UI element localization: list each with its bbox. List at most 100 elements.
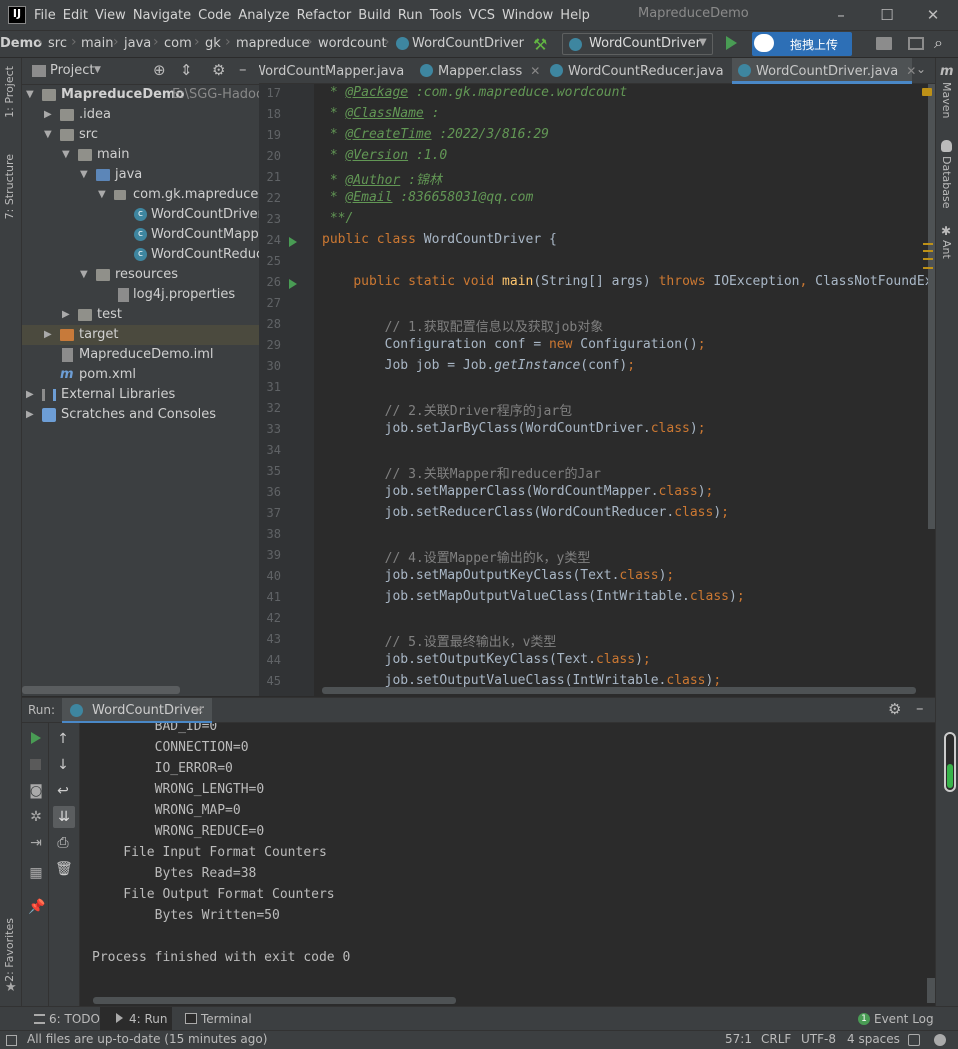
tab-wordcountreducer[interactable]: WordCountReducer.java✕ bbox=[544, 58, 742, 84]
caret-position[interactable]: 57:1 bbox=[725, 1032, 752, 1046]
arrow-down-icon[interactable]: ↓ bbox=[55, 757, 71, 773]
tree-item-iml[interactable]: MapreduceDemo.iml bbox=[22, 345, 259, 365]
menu-file[interactable]: File bbox=[34, 8, 63, 23]
tree-item-log4j[interactable]: log4j.properties bbox=[22, 285, 259, 305]
maven-tool-tab[interactable]: Maven bbox=[940, 82, 953, 118]
tab-list-icon[interactable]: ⌄ bbox=[916, 62, 926, 76]
tree-item-wordcountreducer[interactable]: c WordCountReducer bbox=[22, 245, 276, 265]
close-tab-icon[interactable]: ✕ bbox=[530, 64, 540, 78]
build-hammer-icon[interactable]: ⚒ bbox=[533, 35, 547, 54]
maximize-icon[interactable]: ☐ bbox=[876, 4, 898, 26]
tree-item-external-libraries[interactable]: ▶ External Libraries bbox=[22, 385, 259, 405]
warning-marker[interactable] bbox=[923, 267, 933, 269]
layout-icon[interactable]: ▦ bbox=[28, 865, 44, 881]
chevron-down-icon[interactable]: ▼ bbox=[26, 85, 38, 105]
horizontal-scrollbar[interactable] bbox=[22, 686, 180, 694]
console-horizontal-scrollbar[interactable] bbox=[93, 997, 456, 1004]
breadcrumb-project[interactable]: Demo bbox=[0, 36, 42, 51]
upload-button[interactable]: 拖拽上传 bbox=[752, 32, 852, 56]
database-tool-tab[interactable]: Database bbox=[940, 156, 953, 209]
tree-item-pom[interactable]: m pom.xml bbox=[22, 365, 259, 385]
menu-vcs[interactable]: VCS bbox=[469, 8, 502, 23]
chevron-down-icon[interactable]: ▼ bbox=[44, 125, 56, 145]
project-tool-tab[interactable]: 1: Project bbox=[3, 66, 16, 118]
tab-mapper-class[interactable]: Mapper.class ✕ bbox=[414, 58, 542, 84]
chevron-down-icon[interactable]: ▼ bbox=[62, 145, 74, 165]
breadcrumb-java[interactable]: java bbox=[124, 36, 151, 51]
breadcrumb-src[interactable]: src bbox=[48, 36, 67, 51]
close-tab-icon[interactable]: ✕ bbox=[194, 703, 204, 717]
ant-tool-tab[interactable]: Ant bbox=[940, 240, 953, 259]
menu-analyze[interactable]: Analyze bbox=[238, 8, 296, 23]
menu-tools[interactable]: Tools bbox=[430, 8, 469, 23]
menu-code[interactable]: Code bbox=[198, 8, 238, 23]
menu-help[interactable]: Help bbox=[560, 8, 597, 23]
run-tab-wordcountdriver[interactable]: WordCountDriver ✕ bbox=[62, 698, 212, 724]
bug-icon[interactable]: ✲ bbox=[28, 809, 44, 825]
chevron-down-icon[interactable]: ▼ bbox=[94, 65, 101, 75]
console-vertical-scrollbar[interactable] bbox=[927, 978, 935, 1003]
trash-icon[interactable]: 🗑 bbox=[55, 861, 73, 877]
chevron-right-icon[interactable]: ▶ bbox=[26, 385, 38, 405]
code-editor[interactable]: * @Package :com.gk.mapreduce.wordcount *… bbox=[314, 84, 935, 696]
tree-item-test[interactable]: ▶ test bbox=[22, 305, 259, 325]
breadcrumb-gk[interactable]: gk bbox=[205, 36, 221, 51]
scroll-to-end-toggle[interactable]: ⇊ bbox=[53, 806, 75, 828]
breadcrumb-class[interactable]: WordCountDriver bbox=[412, 36, 524, 51]
tab-wordcountdriver[interactable]: WordCountDriver.java ✕ bbox=[732, 58, 916, 84]
close-icon[interactable]: ✕ bbox=[922, 4, 944, 26]
close-tab-icon[interactable]: ✕ bbox=[906, 64, 916, 78]
tree-item-scratches[interactable]: ▶ Scratches and Consoles bbox=[22, 405, 259, 425]
indent-setting[interactable]: 4 spaces bbox=[847, 1032, 900, 1046]
tool-tab-terminal[interactable]: Terminal bbox=[201, 1007, 252, 1031]
toggle-tool-windows-icon[interactable] bbox=[6, 1035, 17, 1046]
hide-icon[interactable]: – bbox=[239, 60, 247, 78]
line-separator[interactable]: CRLF bbox=[761, 1032, 791, 1046]
gear-icon[interactable]: ⚙ bbox=[212, 61, 225, 79]
gutter-run-icon[interactable] bbox=[289, 237, 297, 247]
tree-item-project-root[interactable]: ▼ MapreduceDemo E:\SGG-Hadoop bbox=[22, 85, 272, 105]
structure-tool-tab[interactable]: 7: Structure bbox=[3, 154, 16, 219]
warning-marker[interactable] bbox=[923, 258, 933, 260]
console-output[interactable]: BAD_ID=0 CONNECTION=0 IO_ERROR=0 WRONG_L… bbox=[80, 723, 935, 1006]
tree-item-wordcountmapper[interactable]: c WordCountMapper bbox=[22, 225, 272, 245]
gutter-run-icon[interactable] bbox=[289, 279, 297, 289]
menu-build[interactable]: Build bbox=[358, 8, 398, 23]
camera-icon[interactable]: ◙ bbox=[28, 783, 44, 799]
run-icon[interactable] bbox=[726, 36, 737, 50]
inspector-icon[interactable] bbox=[934, 1034, 946, 1046]
tool-tab-event-log[interactable]: Event Log bbox=[874, 1007, 934, 1031]
project-structure-icon[interactable] bbox=[876, 37, 892, 50]
warning-marker[interactable] bbox=[923, 250, 933, 252]
chevron-right-icon[interactable]: ▶ bbox=[26, 405, 38, 425]
menu-view[interactable]: View bbox=[95, 8, 133, 23]
file-encoding[interactable]: UTF-8 bbox=[801, 1032, 836, 1046]
tab-wordcountmapper[interactable]: WordCountMapper.java✕ bbox=[259, 58, 411, 84]
tool-tab-run-active[interactable]: 4: Run bbox=[100, 1007, 172, 1031]
run-config-select[interactable]: WordCountDriver ▼ bbox=[562, 33, 713, 55]
breadcrumb-wordcount[interactable]: wordcount bbox=[318, 36, 387, 51]
tree-item-java[interactable]: ▼ java bbox=[22, 165, 259, 185]
tool-tab-todo[interactable]: 6: TODO bbox=[49, 1007, 100, 1031]
breadcrumb-com[interactable]: com bbox=[164, 36, 192, 51]
project-panel-title[interactable]: Project bbox=[50, 63, 94, 78]
menu-window[interactable]: Window bbox=[502, 8, 560, 23]
rerun-icon[interactable] bbox=[31, 732, 41, 744]
tree-item-resources[interactable]: ▼ resources bbox=[22, 265, 259, 285]
chevron-right-icon[interactable]: ▶ bbox=[44, 105, 56, 125]
menu-edit[interactable]: Edit bbox=[63, 8, 95, 23]
tree-item-idea[interactable]: ▶ .idea bbox=[22, 105, 259, 125]
tree-item-target[interactable]: ▶ target bbox=[22, 325, 259, 345]
inspection-status-icon[interactable] bbox=[922, 88, 932, 96]
hide-icon[interactable]: – bbox=[916, 699, 924, 717]
tree-item-wordcountdriver[interactable]: c WordCountDriver bbox=[22, 205, 263, 225]
favorites-tool-tab[interactable]: 2: Favorites bbox=[3, 918, 16, 982]
search-icon[interactable]: ⌕ bbox=[934, 33, 943, 53]
status-message[interactable]: All files are up-to-date (15 minutes ago… bbox=[27, 1032, 267, 1046]
chevron-right-icon[interactable]: ▶ bbox=[44, 325, 56, 345]
chevron-down-icon[interactable]: ▼ bbox=[98, 185, 110, 205]
presentation-icon[interactable] bbox=[908, 37, 924, 50]
warning-marker[interactable] bbox=[923, 243, 933, 245]
editor-horizontal-scrollbar[interactable] bbox=[322, 687, 916, 694]
chevron-down-icon[interactable]: ▼ bbox=[80, 265, 92, 285]
